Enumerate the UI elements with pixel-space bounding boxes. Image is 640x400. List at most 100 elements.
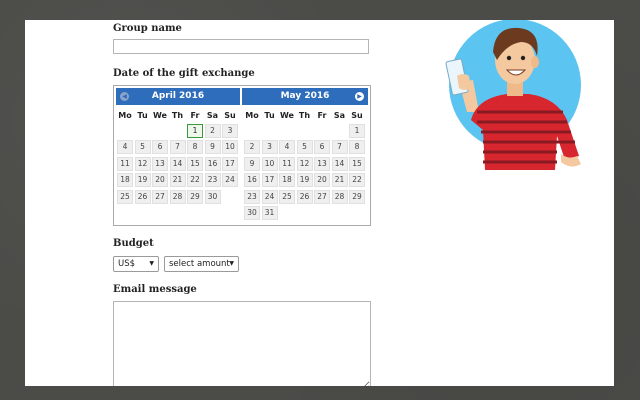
calendar-day[interactable]: 7 [169,140,186,155]
form-sheet: Group name Date of the gift exchange ◀ A… [25,20,614,386]
month-header-april: ◀ April 2016 [116,88,240,105]
calendar-day[interactable]: 23 [244,189,260,204]
eye-left [506,55,512,61]
group-name-label: Group name [113,23,182,34]
calendar-day[interactable]: 15 [187,156,203,171]
calendar-day[interactable]: 16 [204,156,221,171]
chevron-right-icon: ▶ [357,93,362,100]
calendar-day[interactable]: 12 [296,156,313,171]
calendar-day[interactable]: 5 [296,140,313,155]
calendar-day[interactable]: 22 [349,173,365,188]
calendar-day[interactable]: 16 [244,173,260,188]
neck [507,82,523,96]
month-title: April 2016 [151,91,205,101]
calendar-day[interactable]: 21 [169,173,186,188]
calendar-day[interactable]: 13 [314,156,330,171]
calendar-day[interactable]: 26 [134,189,151,204]
calendar-day[interactable]: 21 [331,173,348,188]
calendar-day[interactable]: 22 [187,173,203,188]
calendar-day[interactable]: 17 [222,156,238,171]
ear [531,56,539,68]
amount-select[interactable]: select amount ▼ [164,256,239,272]
calendar-day[interactable]: 28 [331,189,348,204]
chevron-left-icon: ◀ [122,93,127,100]
weekday-header: Fr [190,111,200,120]
calendar-day[interactable]: 6 [152,140,168,155]
calendar-day[interactable]: 23 [204,173,221,188]
weekday-header: Mo [118,111,132,120]
calendar-day[interactable]: 18 [279,173,295,188]
weekday-header: Su [224,111,236,120]
calendar-day[interactable]: 19 [296,173,313,188]
group-name-input[interactable] [113,39,369,54]
calendar-day[interactable]: 27 [314,189,330,204]
eye-right [520,55,526,61]
calendar-day[interactable]: 29 [187,189,203,204]
calendar-day[interactable]: 20 [314,173,330,188]
calendar-day[interactable]: 24 [222,173,238,188]
caret-down-icon: ▼ [149,260,154,267]
calendar-day[interactable]: 4 [117,140,133,155]
calendar-day[interactable]: 2 [244,140,260,155]
calendar-day[interactable]: 8 [187,140,203,155]
weekday-header: Tu [264,111,275,120]
calendar-day-selected[interactable]: 1 [187,124,203,138]
calendar-day[interactable]: 25 [117,189,133,204]
calendar-day[interactable]: 10 [261,156,278,171]
weekday-header: Mo [245,111,259,120]
calendar-day[interactable]: 2 [204,124,221,138]
calendar-day[interactable]: 4 [279,140,295,155]
calendar-day[interactable]: 19 [134,173,151,188]
calendar-day[interactable]: 20 [152,173,168,188]
next-month-button[interactable]: ▶ [355,92,364,101]
weekday-header: Tu [137,111,148,120]
calendar-day[interactable]: 11 [117,156,133,171]
calendar-day[interactable]: 9 [204,140,221,155]
calendar-day[interactable]: 8 [349,140,365,155]
calendar-day[interactable]: 15 [349,156,365,171]
weekday-header: Su [351,111,363,120]
calendar-day[interactable]: 26 [296,189,313,204]
weekday-header: Sa [206,111,219,120]
date-picker: ◀ April 2016 May 2016 ▶ Mo Tu We Th Fr Sa Su 1 2… [113,85,371,226]
calendar-day[interactable]: 17 [261,173,278,188]
calendar-day[interactable]: 14 [331,156,348,171]
hand [457,74,471,90]
weekday-header: Sa [333,111,346,120]
calendar-day[interactable]: 9 [244,156,260,171]
calendar-day[interactable]: 24 [261,189,278,204]
calendar-day[interactable]: 10 [222,140,238,155]
calendar-day[interactable]: 5 [134,140,151,155]
weekday-header: Th [298,111,311,120]
calendar-day[interactable]: 25 [279,189,295,204]
calendar-day[interactable]: 30 [204,189,221,204]
currency-value: US$ [118,259,136,269]
calendar-day[interactable]: 28 [169,189,186,204]
calendar-day[interactable]: 30 [244,206,260,220]
month-header-may: May 2016 ▶ [242,88,368,105]
date-label: Date of the gift exchange [113,68,255,79]
calendar-day[interactable]: 1 [349,124,365,138]
calendar-day[interactable]: 14 [169,156,186,171]
calendar-day[interactable]: 7 [331,140,348,155]
calendar-day[interactable]: 12 [134,156,151,171]
budget-label: Budget [113,238,154,249]
calendar-day[interactable]: 3 [261,140,278,155]
calendar-day[interactable]: 29 [349,189,365,204]
calendar-day[interactable]: 11 [279,156,295,171]
email-message-textarea[interactable] [113,301,371,386]
calendar-day[interactable]: 31 [261,206,278,220]
weekday-header: We [280,111,294,120]
calendar-day[interactable]: 6 [314,140,330,155]
currency-select[interactable]: US$ ▼ [113,256,159,272]
weekday-header: Fr [317,111,327,120]
calendar-day[interactable]: 13 [152,156,168,171]
month-title: May 2016 [280,91,330,101]
weekday-header: We [153,111,167,120]
prev-month-button[interactable]: ◀ [120,92,129,101]
calendar-day[interactable]: 18 [117,173,133,188]
email-message-label: Email message [113,284,197,295]
calendar-day[interactable]: 27 [152,189,168,204]
amount-value: select amount [169,259,230,269]
calendar-day[interactable]: 3 [222,124,238,138]
